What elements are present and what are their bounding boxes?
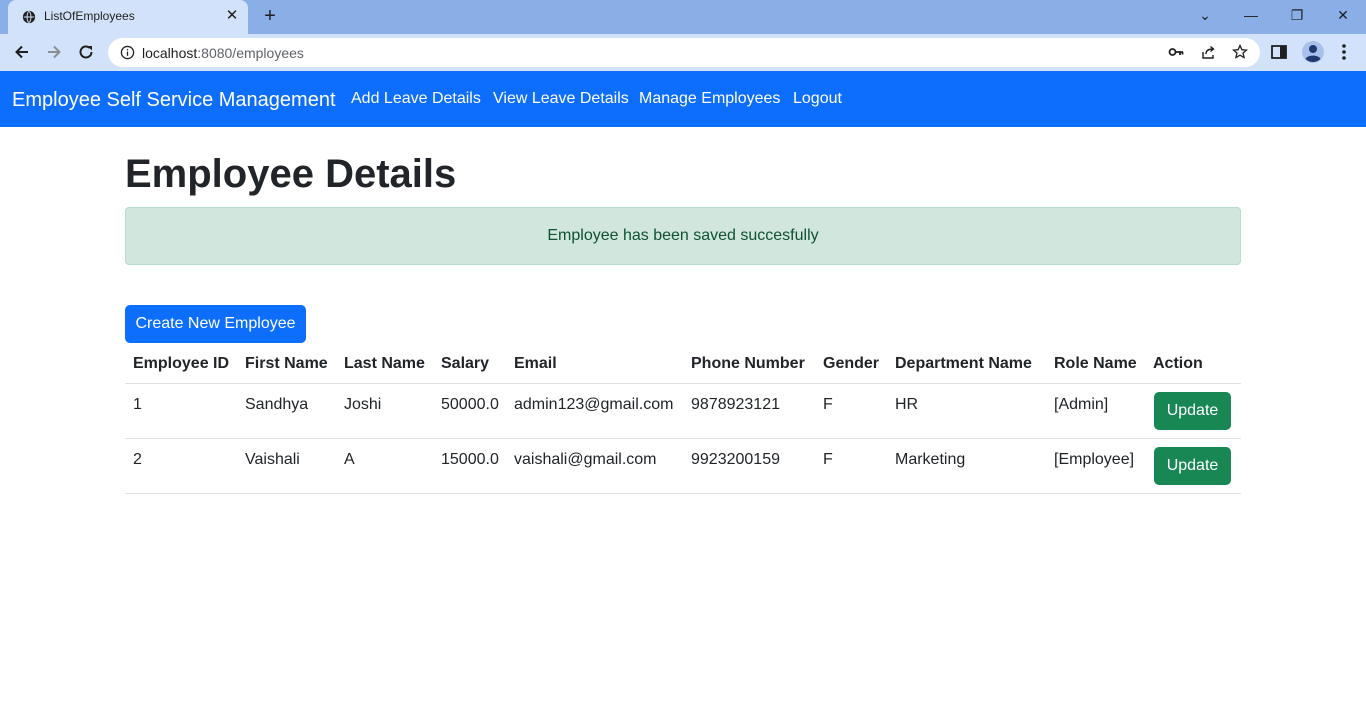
tab-title: ListOfEmployees	[44, 9, 135, 23]
cell-role-name: [Employee]	[1054, 451, 1135, 468]
header-last-name: Last Name	[344, 355, 425, 372]
cell-first-name: Sandhya	[245, 396, 309, 413]
url-text: localhost:8080/employees	[142, 45, 304, 61]
cell-phone-number: 9878923121	[691, 396, 780, 413]
header-phone-number: Phone Number	[691, 355, 805, 372]
cell-first-name: Vaishali	[245, 451, 300, 468]
header-employee-id: Employee ID	[133, 355, 230, 372]
table-divider	[125, 383, 1241, 384]
nav-view-leave-details[interactable]: View Leave Details	[493, 90, 629, 108]
cell-salary: 50000.0	[441, 396, 499, 413]
url-path: :8080/employees	[197, 45, 304, 61]
cell-phone-number: 9923200159	[691, 451, 780, 468]
update-button[interactable]: Update	[1154, 392, 1231, 430]
key-icon[interactable]	[1168, 44, 1184, 60]
cell-last-name: Joshi	[344, 396, 382, 413]
cell-last-name: A	[344, 451, 355, 468]
app-navbar: Employee Self Service Management Add Lea…	[0, 71, 1366, 127]
tab-close-icon[interactable]: ✕	[224, 8, 240, 24]
cell-role-name: [Admin]	[1054, 396, 1109, 413]
more-menu-icon[interactable]	[1334, 42, 1354, 62]
cell-department-name: Marketing	[895, 451, 966, 468]
header-gender: Gender	[823, 355, 880, 372]
window-close-icon[interactable]: ✕	[1329, 4, 1357, 26]
reload-icon[interactable]	[76, 42, 96, 62]
cell-gender: F	[823, 396, 833, 413]
bookmark-star-icon[interactable]	[1232, 44, 1248, 60]
nav-logout[interactable]: Logout	[793, 90, 842, 108]
cell-gender: F	[823, 451, 833, 468]
browser-toolbar: localhost:8080/employees	[0, 34, 1366, 71]
tab-search-icon[interactable]: ⌄	[1191, 4, 1219, 26]
header-salary: Salary	[441, 355, 490, 372]
side-panel-icon[interactable]	[1269, 42, 1289, 62]
browser-tab[interactable]: ListOfEmployees ✕	[8, 0, 248, 34]
header-action: Action	[1153, 355, 1203, 372]
new-tab-icon[interactable]: +	[260, 6, 280, 26]
cell-email: vaishali@gmail.com	[514, 451, 657, 468]
nav-add-leave-details[interactable]: Add Leave Details	[351, 90, 481, 108]
cell-department-name: HR	[895, 396, 919, 413]
share-icon[interactable]	[1200, 44, 1216, 60]
table-divider	[125, 493, 1241, 494]
header-department-name: Department Name	[895, 355, 1032, 372]
page-title: Employee Details	[125, 152, 457, 196]
update-button[interactable]: Update	[1154, 447, 1231, 485]
success-alert: Employee has been saved succesfully	[125, 207, 1241, 265]
forward-icon[interactable]	[44, 42, 64, 62]
back-icon[interactable]	[12, 42, 32, 62]
browser-tab-strip: ListOfEmployees ✕ + ⌄ — ❐ ✕	[0, 0, 1366, 34]
cell-employee-id: 2	[133, 451, 142, 468]
cell-salary: 15000.0	[441, 451, 499, 468]
cell-email: admin123@gmail.com	[514, 396, 674, 413]
header-email: Email	[514, 355, 557, 372]
url-host: localhost	[142, 45, 198, 61]
minimize-icon[interactable]: —	[1237, 4, 1265, 26]
navbar-brand[interactable]: Employee Self Service Management	[12, 89, 336, 112]
address-bar[interactable]: localhost:8080/employees	[108, 38, 1260, 67]
header-first-name: First Name	[245, 355, 328, 372]
restore-icon[interactable]: ❐	[1283, 4, 1311, 26]
header-role-name: Role Name	[1054, 355, 1137, 372]
site-info-icon[interactable]	[120, 45, 135, 60]
table-divider	[125, 438, 1241, 439]
globe-icon	[22, 10, 36, 24]
create-new-employee-button[interactable]: Create New Employee	[125, 305, 306, 343]
nav-manage-employees[interactable]: Manage Employees	[639, 90, 780, 108]
cell-employee-id: 1	[133, 396, 142, 413]
profile-avatar-icon[interactable]	[1301, 40, 1325, 64]
